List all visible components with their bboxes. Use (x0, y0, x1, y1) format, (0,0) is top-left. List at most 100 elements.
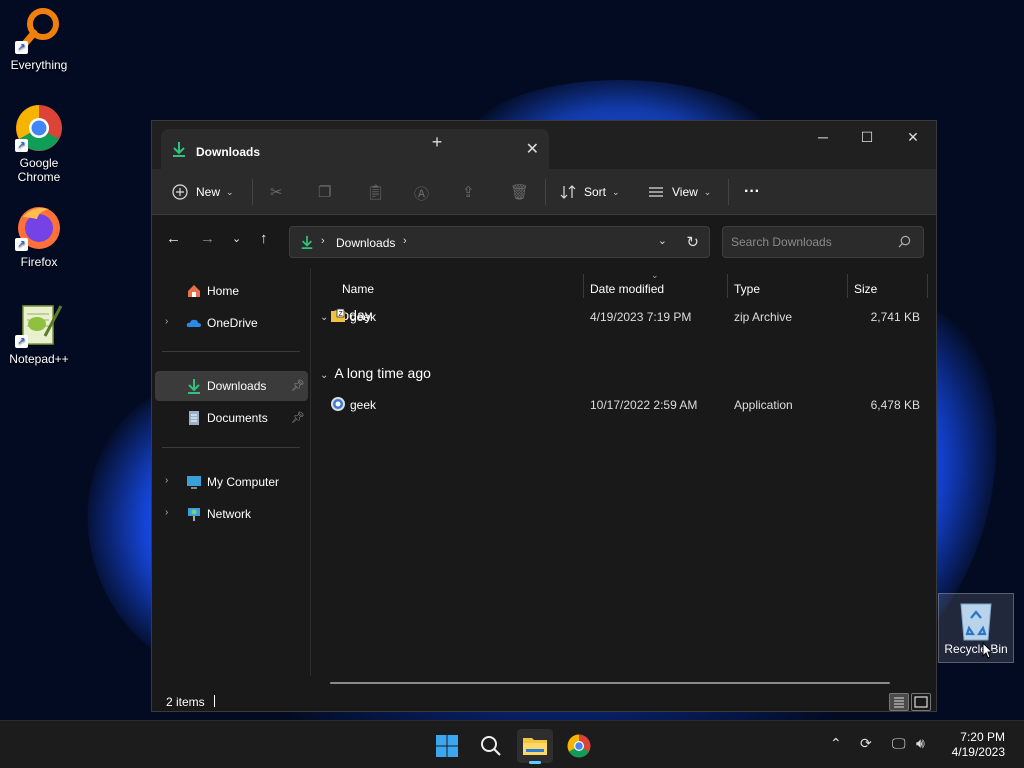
chevron-down-icon: ⌄ (226, 186, 234, 197)
new-label: New (196, 185, 221, 199)
address-bar[interactable]: › Downloads › ⌄ ↻ (289, 226, 710, 258)
maximize-icon[interactable]: ☐ (844, 125, 890, 149)
copy-icon[interactable]: ❐ (318, 183, 331, 201)
recent-locations-chevron-icon[interactable]: ⌄ (232, 232, 241, 245)
sync-icon[interactable]: ⟳ (860, 735, 872, 752)
chrome-taskbar-button[interactable] (561, 729, 597, 763)
file-row-geek-zip[interactable]: Z geek 4/19/2023 7:19 PM zip Archive 2,7… (312, 302, 936, 330)
chevron-down-icon[interactable]: ⌄ (658, 234, 667, 247)
column-header-type[interactable]: Type (734, 282, 760, 296)
forward-arrow-icon[interactable]: → (200, 230, 215, 247)
column-divider[interactable] (583, 274, 584, 298)
clock-date: 4/19/2023 (951, 745, 1005, 759)
search-icon (481, 736, 501, 756)
column-divider[interactable] (927, 274, 928, 298)
column-header-name[interactable]: Name (342, 282, 374, 296)
search-icon[interactable] (898, 235, 911, 253)
chevron-right-icon[interactable]: › (165, 507, 168, 518)
desktop-icon-label: Everything (10, 58, 68, 72)
cut-icon[interactable]: ✂ (270, 183, 283, 201)
nav-divider (162, 351, 300, 352)
search-input[interactable] (731, 235, 891, 249)
nav-item-label: Downloads (207, 379, 267, 393)
nav-item-label: Home (207, 284, 240, 298)
column-divider[interactable] (847, 274, 848, 298)
zip-archive-icon: Z (330, 308, 346, 324)
breadcrumb-downloads[interactable]: Downloads (336, 236, 395, 250)
desktop-icon-label: Recycle Bin (944, 642, 1008, 656)
title-bar: Downloads ✕ + ─ ☐ ✕ (152, 121, 936, 169)
breadcrumb-separator-icon[interactable]: › (321, 235, 325, 247)
shortcut-arrow-icon: ↗ (15, 41, 28, 54)
file-explorer-taskbar-button[interactable] (517, 729, 553, 764)
nav-item-label: Documents (207, 411, 268, 425)
rename-icon[interactable]: Ⓐ (414, 183, 429, 204)
search-taskbar-button[interactable] (473, 729, 509, 763)
everything-icon: ↗ (15, 6, 63, 54)
file-row-geek-app[interactable]: geek 10/17/2022 2:59 AM Application 6,47… (312, 390, 936, 418)
desktop-icon-chrome[interactable]: ↗ Google Chrome (1, 104, 77, 184)
windows-logo-icon (436, 735, 458, 757)
column-header-date[interactable]: Date modified (590, 282, 664, 296)
start-button[interactable] (429, 729, 465, 763)
minimize-icon[interactable]: ─ (800, 125, 846, 149)
nav-item-onedrive[interactable]: › OneDrive (155, 308, 308, 338)
desktop-icon-firefox[interactable]: ↗ Firefox (1, 203, 77, 269)
column-divider[interactable] (727, 274, 728, 298)
group-header-long-ago[interactable]: ⌄ A long time ago (320, 365, 431, 381)
breadcrumb-separator-icon[interactable]: › (403, 235, 407, 247)
volume-icon[interactable]: 🔊︎ (916, 735, 925, 752)
pin-icon[interactable]: 📌︎ (291, 379, 305, 392)
pin-icon[interactable]: 📌︎ (291, 411, 305, 424)
back-arrow-icon[interactable]: ← (166, 230, 181, 247)
desktop-icon-everything[interactable]: ↗ Everything (1, 6, 77, 72)
more-label: ··· (744, 183, 760, 200)
view-label: View (672, 185, 698, 199)
table-row-zip[interactable] (312, 449, 936, 477)
firefox-icon: ↗ (15, 203, 63, 251)
desktop-icon-notepadpp[interactable]: ↗ Notepad++ (1, 300, 77, 366)
active-indicator (529, 761, 541, 764)
details-view-icon[interactable] (889, 693, 909, 711)
tab-downloads[interactable]: Downloads ✕ (161, 129, 549, 169)
nav-item-downloads[interactable]: Downloads 📌︎ (155, 371, 308, 401)
column-header-size[interactable]: Size (854, 282, 877, 296)
add-tab-button[interactable]: + (414, 130, 460, 154)
system-clock[interactable]: 7:20 PM 4/19/2023 (952, 730, 1005, 760)
close-window-icon[interactable]: ✕ (890, 125, 936, 149)
chevron-right-icon[interactable]: › (165, 475, 168, 486)
sort-button[interactable]: Sort ⌄ (560, 179, 620, 205)
search-box[interactable] (722, 226, 924, 258)
up-arrow-icon[interactable]: ↑ (260, 230, 268, 247)
file-date: 10/17/2022 2:59 AM (590, 398, 698, 412)
more-options-button[interactable]: ··· (744, 179, 760, 205)
network-status-icon[interactable]: 🖵︎ (892, 735, 906, 752)
network-icon (186, 506, 202, 522)
nav-item-my-computer[interactable]: › My Computer (155, 467, 308, 497)
nav-item-documents[interactable]: Documents 📌︎ (155, 403, 308, 433)
desktop-icon-label: Google Chrome (17, 156, 61, 184)
command-bar: New ⌄ ✂ ❐ 📋︎ Ⓐ ⇪ 🗑︎ Sort ⌄ View ⌄ ··· (152, 169, 936, 215)
nav-item-network[interactable]: › Network (155, 499, 308, 529)
nav-item-home[interactable]: Home (155, 276, 308, 306)
chevron-down-icon: ⌄ (320, 370, 329, 381)
download-icon (186, 378, 202, 394)
desktop-icon-label: Firefox (20, 255, 58, 269)
sort-label: Sort (584, 185, 607, 199)
tiles-view-icon[interactable] (911, 693, 931, 711)
horizontal-scrollbar[interactable] (330, 682, 890, 684)
nav-divider (162, 447, 300, 448)
download-icon (300, 235, 314, 254)
refresh-icon[interactable]: ↻ (686, 233, 699, 251)
paste-icon[interactable]: 📋︎ (366, 183, 385, 201)
show-hidden-icons-chevron-icon[interactable]: ⌃ (830, 735, 842, 752)
new-button[interactable]: New ⌄ (172, 179, 234, 205)
share-icon[interactable]: ⇪ (462, 183, 475, 201)
pane-splitter[interactable] (310, 268, 311, 676)
chevron-right-icon[interactable]: › (165, 316, 168, 327)
desktop-icon-recycle-bin[interactable]: Recycle Bin (938, 593, 1014, 663)
delete-icon[interactable]: 🗑︎ (510, 183, 529, 201)
view-button[interactable]: View ⌄ (648, 179, 711, 205)
close-tab-icon[interactable]: ✕ (526, 139, 539, 159)
address-row: ← → ⌄ ↑ › Downloads › ⌄ ↻ (152, 216, 936, 268)
